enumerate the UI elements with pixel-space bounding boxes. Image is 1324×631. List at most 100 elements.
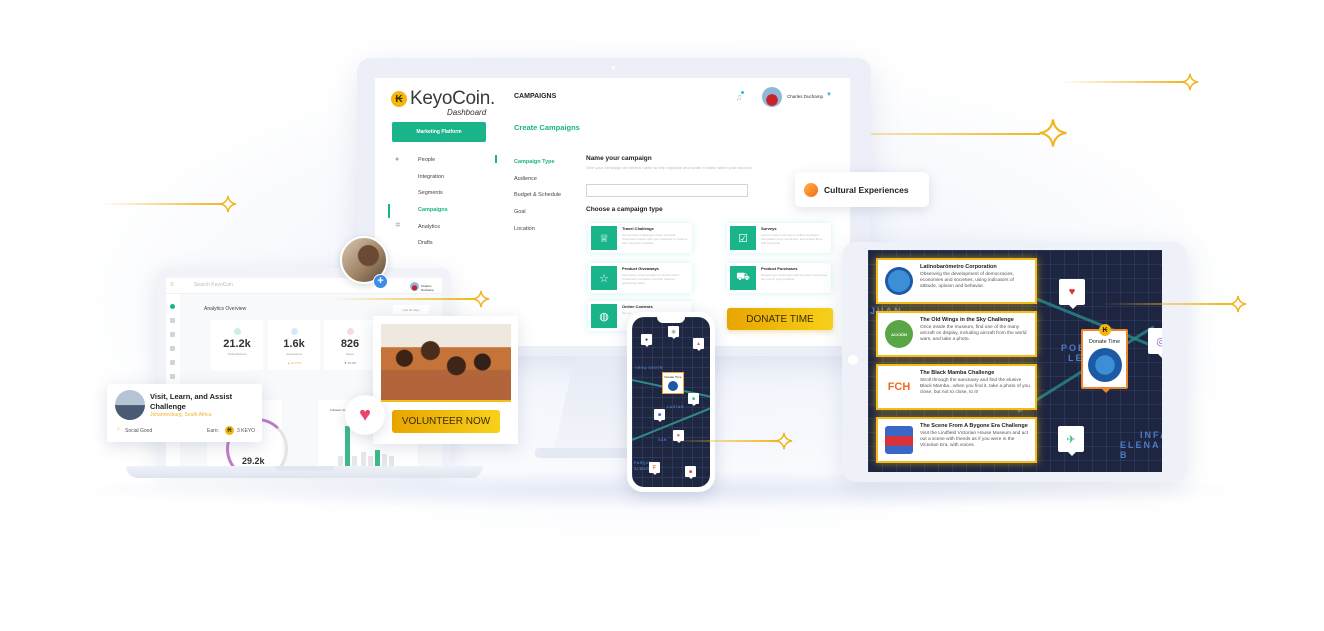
trophy-icon: ♆ bbox=[116, 427, 121, 433]
chart-bar bbox=[382, 454, 387, 466]
nav-icon[interactable] bbox=[170, 360, 175, 365]
sidebar-item-label: Analytics bbox=[418, 223, 441, 230]
organization-logo bbox=[885, 267, 913, 295]
phone-map[interactable]: VEGA CENTR LASTAR SAN PARQUE ALMAGR ● ◉ … bbox=[632, 317, 710, 487]
campaign-name-input[interactable] bbox=[586, 184, 748, 197]
sparkle-line bbox=[100, 203, 225, 205]
map-pin[interactable]: ✈ bbox=[1058, 426, 1084, 456]
sidebar-nav: ● People Integration Segments Campaigns ✲… bbox=[375, 152, 500, 252]
sidebar-item-label: Segments bbox=[418, 190, 443, 197]
add-icon[interactable]: + bbox=[373, 274, 388, 289]
person-icon: ● bbox=[395, 156, 400, 163]
chevron-down-icon[interactable]: ▼ bbox=[826, 92, 832, 98]
map-label: SAN bbox=[658, 438, 667, 442]
volunteer-now-button[interactable]: VOLUNTEER NOW bbox=[392, 410, 500, 433]
donate-time-button[interactable]: DONATE TIME bbox=[727, 308, 833, 330]
map-pin[interactable]: ■ bbox=[688, 393, 699, 406]
map-pin[interactable]: ♥ bbox=[1059, 279, 1085, 309]
donate-time-pin[interactable]: Donate Time bbox=[662, 372, 684, 394]
sidebar-item-drafts[interactable]: Drafts bbox=[375, 235, 500, 252]
nav-icon[interactable] bbox=[170, 346, 175, 351]
gift-hand-icon: ☆ bbox=[591, 266, 617, 290]
step-audience[interactable]: Audience bbox=[514, 171, 561, 188]
organization-logo bbox=[885, 426, 913, 454]
sidebar-item-label: People bbox=[418, 157, 436, 164]
map-label: LASTAR bbox=[667, 405, 684, 409]
sidebar-item-label: Campaigns bbox=[418, 207, 448, 214]
laptop-notch bbox=[275, 466, 335, 471]
nav-icon[interactable] bbox=[170, 332, 175, 337]
volunteer-card: VOLUNTEER NOW bbox=[373, 316, 518, 444]
campaign-type-desc: Launch custom surveys to collect importa… bbox=[761, 233, 823, 245]
chart-bar bbox=[368, 456, 373, 466]
challenge-photo bbox=[115, 390, 145, 420]
marketing-platform-button[interactable]: Marketing Platform bbox=[392, 122, 486, 142]
campaign-type-desc: Set up travel challenges where potential… bbox=[622, 233, 688, 245]
challenge-card[interactable]: Latinobarómetro Corporation Observing th… bbox=[876, 258, 1037, 304]
stat-label: Total followers bbox=[227, 352, 247, 356]
phone-notch bbox=[657, 317, 685, 323]
sidebar-item-segments[interactable]: Segments bbox=[375, 185, 500, 202]
sidebar-item-integration[interactable]: Integration bbox=[375, 169, 500, 186]
campaign-type-title: Product Purchases bbox=[761, 266, 798, 271]
sidebar-item-campaigns[interactable]: Campaigns bbox=[375, 202, 500, 219]
sparkle-line bbox=[1100, 303, 1230, 305]
sparkle-icon bbox=[1181, 73, 1199, 91]
stat-card-followers: 21.2k Total followers bbox=[211, 320, 263, 370]
nav-icon[interactable] bbox=[170, 318, 175, 323]
map-pin[interactable]: ▲ bbox=[693, 338, 704, 351]
nav-icon[interactable] bbox=[170, 374, 175, 379]
search-input[interactable]: Search KeyoCoin bbox=[194, 282, 233, 288]
saves-icon bbox=[346, 328, 354, 335]
campaign-type-product-giveaways[interactable]: ☆ Product Giveaways Give away a travel pr… bbox=[588, 263, 692, 293]
top-bar: ≡ Search KeyoCoin Charles Duchamp bbox=[166, 278, 442, 294]
map-pin[interactable]: ◉ bbox=[668, 326, 679, 339]
challenge-card[interactable]: FCH The Black Mamba Challenge Stroll thr… bbox=[876, 364, 1037, 410]
campaign-type-surveys[interactable]: ☑ Surveys Launch custom surveys to collec… bbox=[727, 223, 831, 253]
map-pin[interactable]: F bbox=[649, 462, 660, 475]
sparkle-line bbox=[1060, 81, 1185, 83]
step-budget-schedule[interactable]: Budget & Schedule bbox=[514, 187, 561, 204]
card-desc: Once inside the museum, find one of the … bbox=[920, 325, 1027, 342]
user-name[interactable]: Charles Duchamp bbox=[787, 94, 823, 99]
map-pin[interactable]: ● bbox=[641, 334, 652, 347]
nav-icon[interactable] bbox=[170, 304, 175, 309]
chart-bar bbox=[352, 456, 357, 466]
chart-bar bbox=[389, 456, 394, 466]
sidebar-item-people[interactable]: ● People bbox=[375, 152, 500, 169]
campaign-type-title: Travel Challenge bbox=[622, 226, 654, 231]
challenge-title: Visit, Learn, and Assist Challenge bbox=[150, 392, 233, 411]
brand-subtitle: Dashboard bbox=[447, 108, 487, 117]
children-photo bbox=[381, 324, 511, 402]
organization-logo: ACCIÓN bbox=[885, 320, 913, 348]
page-title: CAMPAIGNS bbox=[514, 93, 557, 100]
user-name[interactable]: Charles Duchamp bbox=[421, 284, 442, 292]
challenge-location: Johannesburg, South Africa bbox=[150, 412, 212, 418]
donate-pin-label: Donate Time bbox=[1088, 339, 1121, 345]
map-pin[interactable]: ◎ bbox=[1148, 328, 1162, 358]
step-goal[interactable]: Goal bbox=[514, 204, 561, 221]
challenge-category: Social Good bbox=[125, 428, 153, 434]
date-range-select[interactable]: Last 30 days bbox=[393, 305, 429, 314]
stat-change: ▼ 45.2% bbox=[343, 361, 357, 365]
challenge-card[interactable]: ACCIÓN The Old Wings in the Sky Challeng… bbox=[876, 311, 1037, 357]
user-avatar[interactable] bbox=[762, 87, 782, 107]
keyocoin-coin-icon: ₭ bbox=[225, 426, 234, 435]
challenge-card[interactable]: Visit, Learn, and Assist Challenge Johan… bbox=[107, 384, 262, 442]
step-campaign-type[interactable]: Campaign Type bbox=[514, 154, 561, 171]
cultural-experiences-chip[interactable]: Cultural Experiences bbox=[795, 172, 929, 207]
analytics-title: Analytics Overview bbox=[204, 306, 247, 312]
heart-icon[interactable]: ♥ bbox=[345, 395, 385, 435]
campaign-type-product-purchases[interactable]: ⛟ Product Purchases Reward your customers… bbox=[727, 263, 831, 293]
campaign-type-title: Surveys bbox=[761, 226, 777, 231]
map-pin[interactable]: ■ bbox=[654, 409, 665, 422]
sidebar-item-analytics[interactable]: ✲ Analytics bbox=[375, 218, 500, 235]
campaign-type-travel-challenge[interactable]: ♕ Travel Challenge Set up travel challeng… bbox=[588, 223, 692, 253]
menu-icon[interactable]: ≡ bbox=[170, 282, 174, 288]
globe-laptop-icon: ◍ bbox=[591, 304, 617, 328]
step-location[interactable]: Location bbox=[514, 220, 561, 237]
challenge-card[interactable]: The Scene From A Bygone Era Challenge Vi… bbox=[876, 417, 1037, 463]
user-avatar[interactable] bbox=[410, 282, 419, 291]
map-pin[interactable]: ■ bbox=[685, 466, 696, 479]
donate-time-pin[interactable]: ₭ Donate Time bbox=[1081, 324, 1128, 393]
